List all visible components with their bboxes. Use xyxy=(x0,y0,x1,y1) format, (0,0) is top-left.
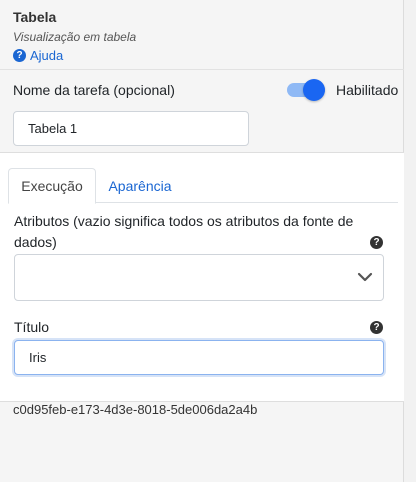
tab-appearance[interactable]: Aparência xyxy=(100,168,180,203)
help-link[interactable]: ? Ajuda xyxy=(13,48,63,63)
settings-card: Execução Aparência Atributos (vazio sign… xyxy=(0,152,404,402)
enabled-toggle[interactable] xyxy=(287,79,327,101)
panel-header: Tabela Visualização em tabela ? Ajuda xyxy=(0,0,404,70)
task-name-label: Nome da tarefa (opcional) xyxy=(13,82,175,98)
chevron-down-icon xyxy=(357,272,373,282)
attributes-select[interactable] xyxy=(14,254,384,301)
toggle-knob xyxy=(303,79,325,101)
panel-subtitle: Visualização em tabela xyxy=(13,30,137,44)
title-input[interactable] xyxy=(14,340,384,375)
task-name-input[interactable] xyxy=(13,111,249,146)
question-circle-icon: ? xyxy=(13,49,26,62)
tab-bar: Execução Aparência xyxy=(8,168,398,204)
help-link-label: Ajuda xyxy=(30,48,64,63)
question-circle-icon[interactable]: ? xyxy=(370,321,383,334)
attributes-label: Atributos (vazio significa todos os atri… xyxy=(14,213,354,250)
enabled-toggle-label: Habilitado xyxy=(336,82,399,98)
task-uuid: c0d95feb-e173-4d3e-8018-5de006da2a4b xyxy=(13,402,258,417)
panel-title: Tabela xyxy=(13,9,57,25)
question-circle-icon[interactable]: ? xyxy=(370,236,383,249)
title-label: Título xyxy=(14,319,50,335)
tab-execution[interactable]: Execução xyxy=(8,168,96,204)
task-settings-panel: Tabela Visualização em tabela ? Ajuda No… xyxy=(0,0,404,482)
